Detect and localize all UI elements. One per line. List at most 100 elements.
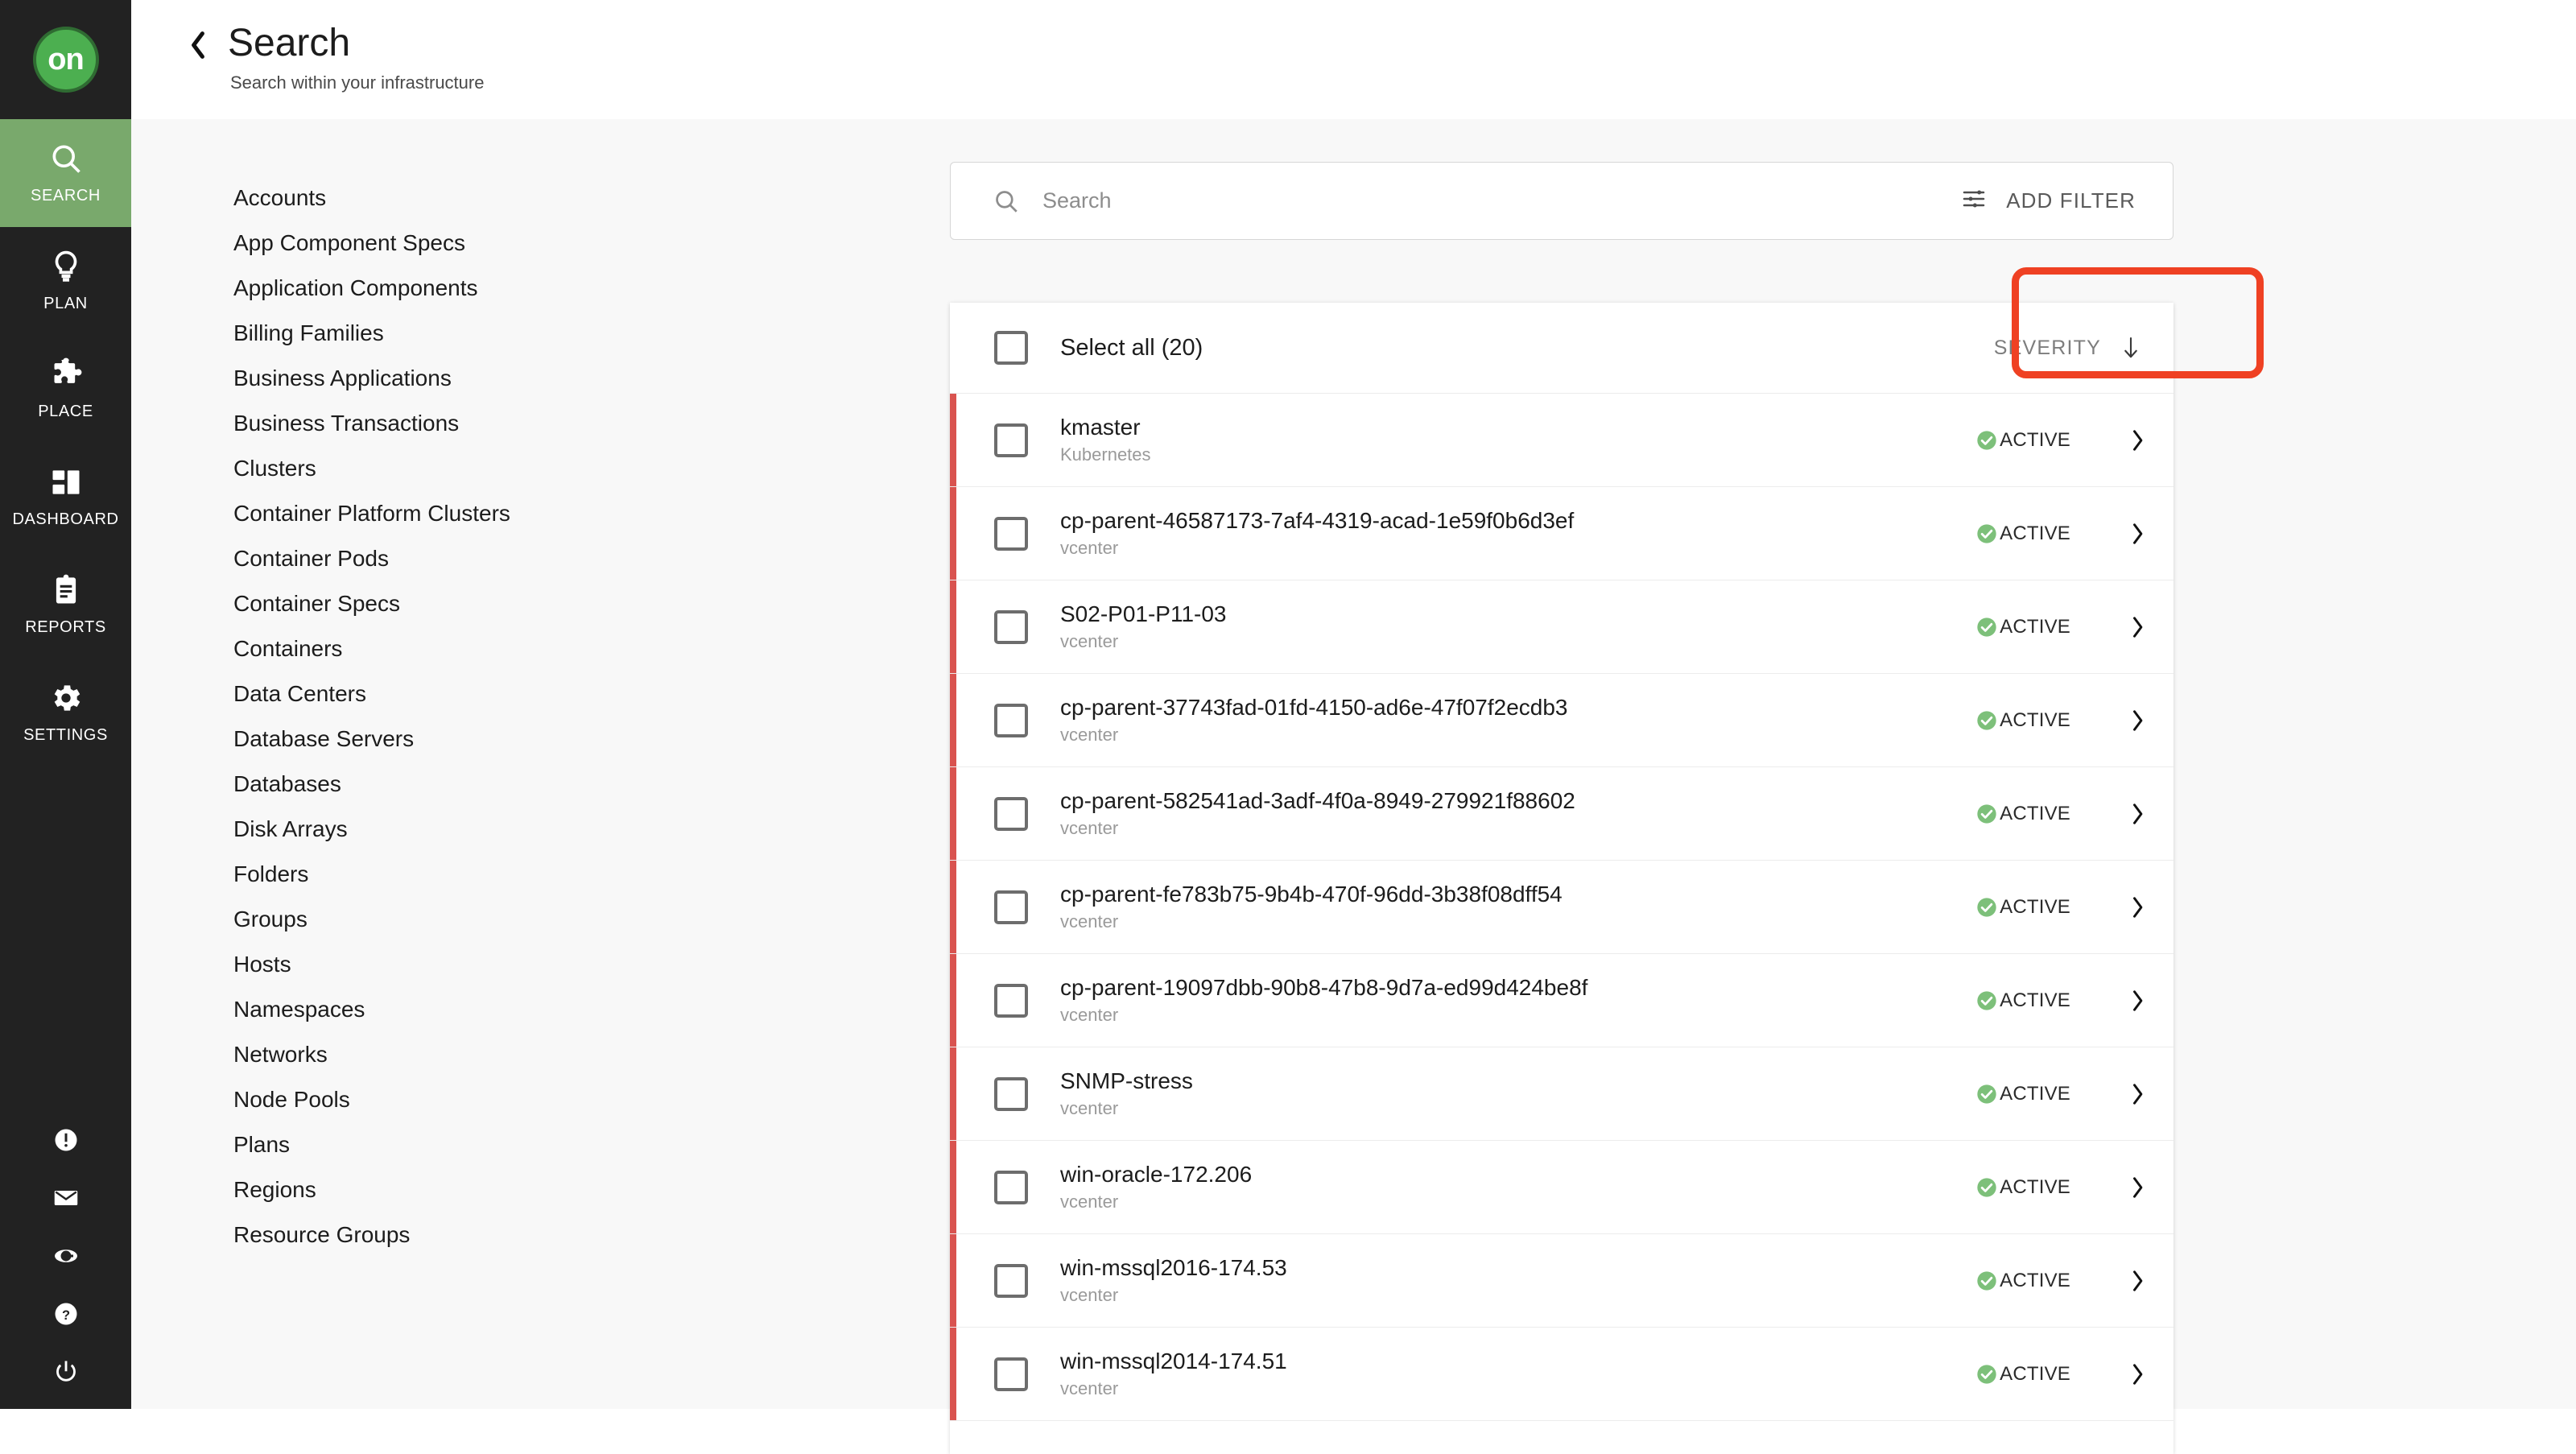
row-checkbox[interactable] [994,516,1028,551]
row-checkbox[interactable] [994,1263,1028,1298]
sort-by-severity[interactable]: SEVERITY [1994,336,2140,360]
row-right-group: ACTIVE [1975,616,2145,638]
chevron-right-icon[interactable] [2130,616,2145,638]
status-badge: ACTIVE [1975,1363,2070,1386]
row-entity-source: vcenter [1060,1192,1119,1212]
table-row[interactable]: cp-parent-37743fad-01fd-4150-ad6e-47f07f… [950,674,2174,767]
status-badge: ACTIVE [1975,1270,2070,1292]
sidebar-item-search[interactable]: SEARCH [0,119,131,227]
select-all-checkbox[interactable] [994,331,1028,365]
add-filter-button[interactable]: ADD FILTER [1930,163,2173,239]
category-item[interactable]: Disk Arrays [184,807,908,852]
alert-icon[interactable] [52,1126,80,1155]
mail-icon[interactable] [52,1183,80,1212]
category-item[interactable]: Clusters [184,446,908,491]
category-item[interactable]: Billing Families [184,311,908,356]
chevron-right-icon[interactable] [2130,523,2145,545]
category-item[interactable]: Databases [184,762,908,807]
row-checkbox[interactable] [994,796,1028,831]
category-item[interactable]: Regions [184,1167,908,1212]
row-right-group: ACTIVE [1975,429,2145,452]
category-item[interactable]: Resource Groups [184,1212,908,1258]
sidebar-item-place[interactable]: PLACE [0,335,131,443]
entity-type-list: Accounts App Component Specs Application… [184,176,908,1258]
category-item[interactable]: Plans [184,1122,908,1167]
row-checkbox[interactable] [994,1357,1028,1391]
row-entity-source: vcenter [1060,1378,1119,1398]
chevron-right-icon[interactable] [2130,1083,2145,1105]
status-badge: ACTIVE [1975,803,2070,825]
category-item[interactable]: Database Servers [184,717,908,762]
sidebar-label-place: PLACE [38,403,93,420]
category-item[interactable]: Groups [184,897,908,942]
category-item[interactable]: Node Pools [184,1077,908,1122]
row-text: cp-parent-19097dbb-90b8-47b8-9d7a-ed99d4… [1060,977,1587,1024]
table-row[interactable]: win-oracle-172.206 vcenter ACTIVE [950,1141,2174,1234]
row-checkbox[interactable] [994,423,1028,457]
category-item[interactable]: Networks [184,1032,908,1077]
table-row[interactable]: cp-parent-46587173-7af4-4319-acad-1e59f0… [950,487,2174,580]
category-item[interactable]: Application Components [184,266,908,311]
globe-icon[interactable] [52,1241,80,1270]
power-icon[interactable] [52,1357,80,1386]
severity-accent-bar [950,861,956,953]
table-row[interactable]: cp-parent-19097dbb-90b8-47b8-9d7a-ed99d4… [950,954,2174,1047]
category-item[interactable]: Containers [184,626,908,671]
sidebar-item-settings[interactable]: SETTINGS [0,659,131,766]
severity-accent-bar [950,580,956,673]
category-item[interactable]: Data Centers [184,671,908,717]
grid-icon [48,465,84,500]
check-circle-icon [1975,709,1998,732]
search-input[interactable] [1042,188,1922,213]
table-row[interactable]: win-mssql2016-174.53 vcenter ACTIVE [950,1234,2174,1328]
sidebar-item-dashboard[interactable]: DASHBOARD [0,443,131,551]
severity-accent-bar [950,394,956,486]
search-bar: ADD FILTER [950,162,2174,240]
table-row[interactable]: S02-P01-P11-03 vcenter ACTIVE [950,580,2174,674]
chevron-right-icon[interactable] [2130,1270,2145,1292]
chevron-right-icon[interactable] [2130,1363,2145,1386]
status-badge-label: ACTIVE [2000,1082,2070,1105]
category-item[interactable]: Namespaces [184,987,908,1032]
row-checkbox[interactable] [994,703,1028,737]
row-checkbox[interactable] [994,1170,1028,1204]
chevron-right-icon[interactable] [2130,709,2145,732]
back-chevron-icon[interactable] [188,31,208,60]
help-icon[interactable]: ? [52,1299,80,1328]
sidebar-item-reports[interactable]: REPORTS [0,551,131,659]
table-row[interactable]: cp-parent-582541ad-3adf-4f0a-8949-279921… [950,767,2174,861]
table-row[interactable]: SNMP-stress vcenter ACTIVE [950,1047,2174,1141]
table-row[interactable]: cp-parent-fe783b75-9b4b-470f-96dd-3b38f0… [950,861,2174,954]
chevron-right-icon[interactable] [2130,1176,2145,1199]
table-row[interactable]: win-mssql2014-174.51 vcenter ACTIVE [950,1328,2174,1421]
chevron-right-icon[interactable] [2130,989,2145,1012]
status-badge-label: ACTIVE [2000,989,2070,1011]
row-entity-source: vcenter [1060,911,1119,931]
row-entity-source: vcenter [1060,725,1119,745]
chevron-right-icon[interactable] [2130,896,2145,919]
row-entity-name: win-mssql2014-174.51 [1060,1349,1287,1373]
page-subtitle: Search within your infrastructure [230,72,485,93]
category-item[interactable]: Accounts [184,176,908,221]
sidebar-item-plan[interactable]: PLAN [0,227,131,335]
sidebar-label-dashboard: DASHBOARD [12,510,119,528]
chevron-right-icon[interactable] [2130,803,2145,825]
table-row[interactable]: kmaster Kubernetes ACTIVE [950,394,2174,487]
category-item[interactable]: Container Platform Clusters [184,491,908,536]
row-checkbox[interactable] [994,609,1028,644]
chevron-right-icon[interactable] [2130,429,2145,452]
category-item[interactable]: App Component Specs [184,221,908,266]
category-item[interactable]: Hosts [184,942,908,987]
category-item[interactable]: Container Specs [184,581,908,626]
category-item[interactable]: Folders [184,852,908,897]
category-item[interactable]: Container Pods [184,536,908,581]
status-badge-label: ACTIVE [2000,428,2070,451]
app-logo[interactable]: on [0,0,131,119]
magnifier-icon [48,141,84,176]
status-badge: ACTIVE [1975,1083,2070,1105]
row-checkbox[interactable] [994,1076,1028,1111]
category-item[interactable]: Business Transactions [184,401,908,446]
row-checkbox[interactable] [994,890,1028,924]
category-item[interactable]: Business Applications [184,356,908,401]
row-checkbox[interactable] [994,983,1028,1018]
